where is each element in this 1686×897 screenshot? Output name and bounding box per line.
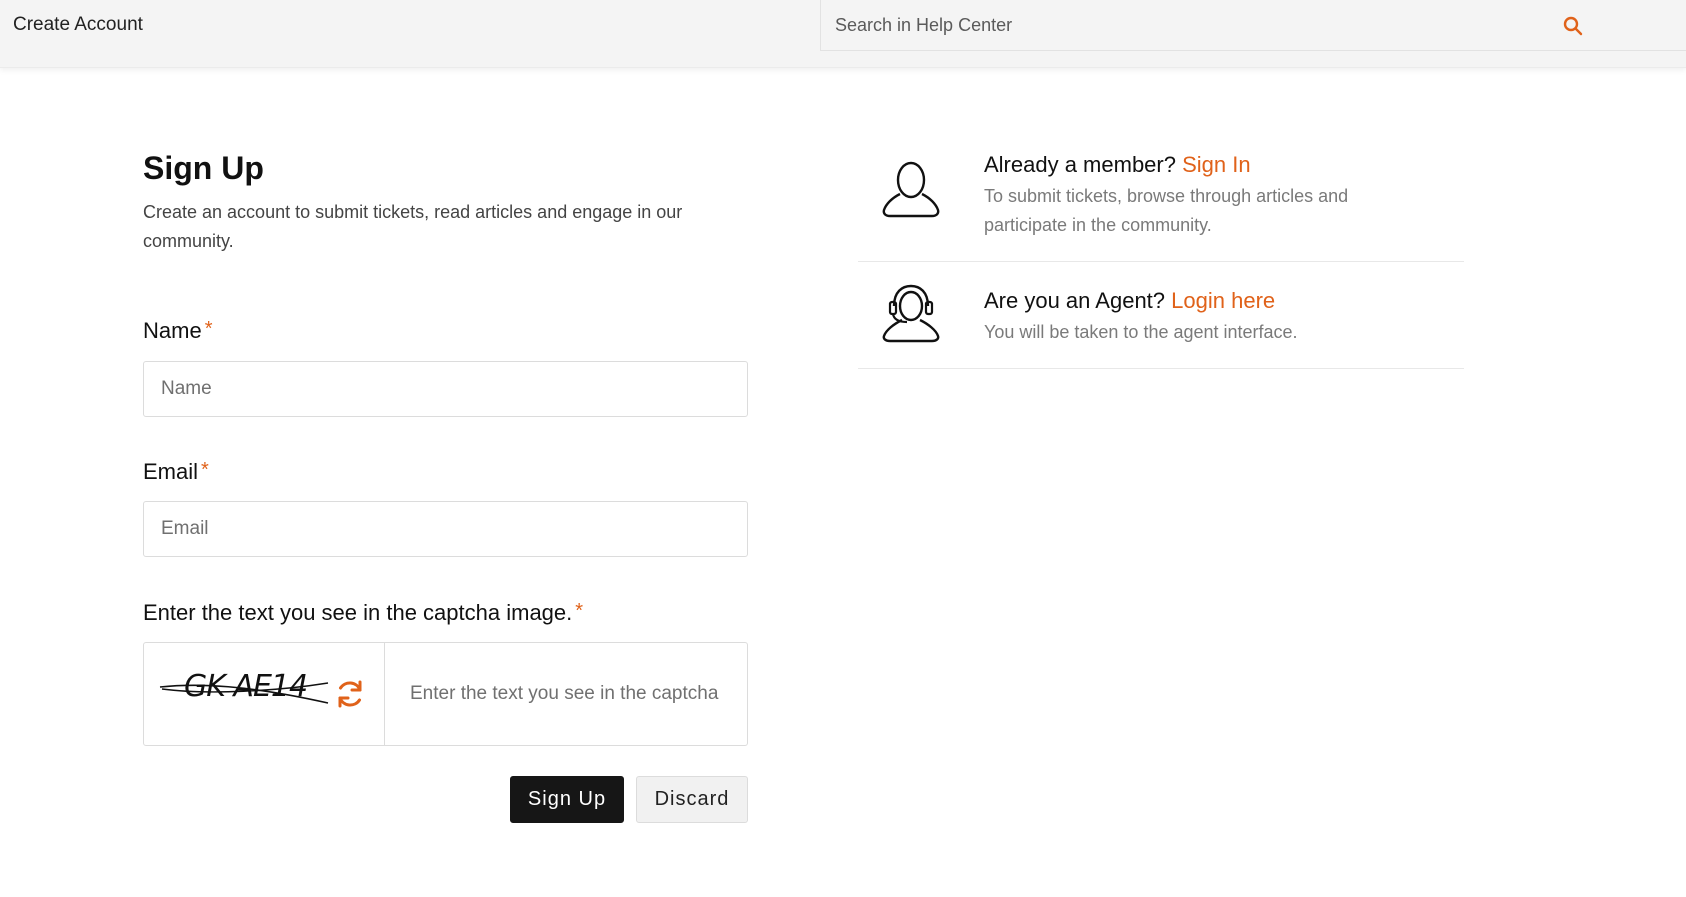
captcha-field: GK AE14	[143, 642, 748, 746]
member-question: Already a member? Sign In	[984, 152, 1251, 178]
required-mark: *	[201, 459, 209, 481]
sign-in-link[interactable]: Sign In	[1182, 152, 1251, 177]
search-input[interactable]	[835, 12, 1535, 38]
search-bar[interactable]	[820, 0, 1686, 51]
discard-button[interactable]: Discard	[636, 776, 748, 823]
agent-question-text: Are you an Agent?	[984, 288, 1166, 313]
agent-login-link[interactable]: Login here	[1171, 288, 1275, 313]
page-subtitle: Create an account to submit tickets, rea…	[143, 202, 683, 251]
refresh-icon[interactable]	[334, 678, 366, 710]
member-question-text: Already a member?	[984, 152, 1176, 177]
breadcrumb-create-account[interactable]: Create Account	[13, 14, 143, 36]
agent-description: You will be taken to the agent interface…	[984, 322, 1298, 342]
name-label-text: Name	[143, 318, 202, 343]
captcha-label-text: Enter the text you see in the captcha im…	[143, 600, 573, 625]
search-icon[interactable]	[1563, 16, 1583, 36]
captcha-label: Enter the text you see in the captcha im…	[143, 600, 583, 626]
captcha-input[interactable]	[386, 643, 747, 745]
name-input[interactable]	[143, 361, 748, 417]
captcha-image: GK AE14	[144, 643, 385, 745]
email-label: Email *	[143, 459, 209, 485]
top-header: Create Account	[0, 0, 1686, 68]
page-title: Sign Up	[143, 150, 264, 186]
member-sign-in-card: Already a member? Sign In To submit tick…	[858, 130, 1464, 262]
name-label: Name *	[143, 318, 212, 344]
agent-login-card: Are you an Agent? Login here You will be…	[858, 262, 1464, 369]
email-input[interactable]	[143, 501, 748, 557]
member-description: To submit tickets, browse through articl…	[984, 186, 1349, 235]
email-label-text: Email	[143, 459, 199, 484]
captcha-noise-lines	[159, 682, 329, 704]
required-mark: *	[575, 600, 584, 622]
user-icon	[880, 158, 942, 220]
sign-up-button[interactable]: Sign Up	[510, 776, 624, 823]
agent-question: Are you an Agent? Login here	[984, 288, 1275, 314]
agent-headset-icon	[880, 282, 942, 344]
required-mark: *	[204, 318, 213, 340]
